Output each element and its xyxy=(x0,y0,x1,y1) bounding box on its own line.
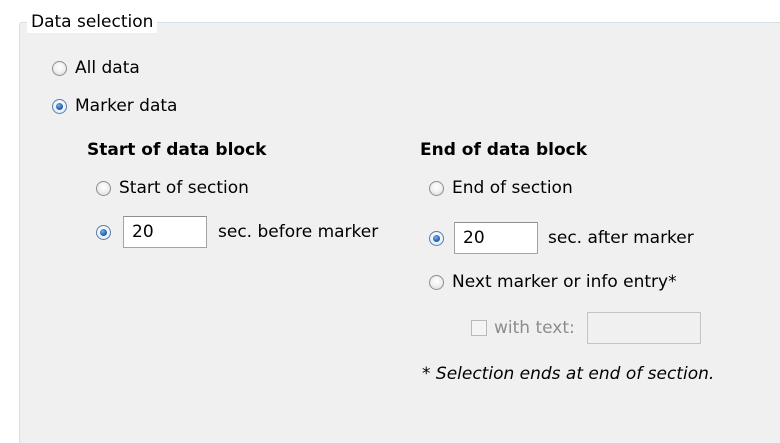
start-of-section-option[interactable]: Start of section xyxy=(96,178,249,198)
footnote: * Selection ends at end of section. xyxy=(422,364,715,384)
radio-marker-data[interactable] xyxy=(52,98,67,114)
seconds-before-label: sec. before marker xyxy=(218,222,379,242)
end-of-section-label: End of section xyxy=(452,178,573,198)
end-of-section-option[interactable]: End of section xyxy=(429,178,573,198)
marker-data-label: Marker data xyxy=(75,96,178,116)
radio-seconds-before[interactable] xyxy=(96,224,111,240)
start-of-section-label: Start of section xyxy=(119,178,249,198)
seconds-after-input[interactable]: 20 xyxy=(454,222,538,254)
start-block-heading: Start of data block xyxy=(87,140,267,160)
with-text-row: with text: xyxy=(471,312,701,344)
with-text-label: with text: xyxy=(494,318,575,338)
next-marker-label: Next marker or info entry* xyxy=(452,272,677,292)
with-text-input[interactable] xyxy=(586,312,701,344)
radio-end-of-section[interactable] xyxy=(429,180,444,196)
next-marker-option[interactable]: Next marker or info entry* xyxy=(429,272,677,292)
seconds-after-label: sec. after marker xyxy=(548,228,694,248)
seconds-before-option[interactable]: 20 sec. before marker xyxy=(96,216,378,248)
with-text-checkbox[interactable] xyxy=(471,320,487,336)
end-block-heading: End of data block xyxy=(420,140,588,160)
all-data-label: All data xyxy=(75,58,140,78)
group-legend: Data selection xyxy=(27,11,158,33)
seconds-before-input[interactable]: 20 xyxy=(123,216,207,248)
seconds-after-option[interactable]: 20 sec. after marker xyxy=(429,222,694,254)
radio-all-data[interactable] xyxy=(52,60,67,76)
radio-seconds-after[interactable] xyxy=(429,230,444,246)
all-data-option[interactable]: All data xyxy=(52,58,140,78)
radio-start-of-section[interactable] xyxy=(96,180,111,196)
marker-data-option[interactable]: Marker data xyxy=(52,96,177,116)
radio-next-marker[interactable] xyxy=(429,274,444,290)
